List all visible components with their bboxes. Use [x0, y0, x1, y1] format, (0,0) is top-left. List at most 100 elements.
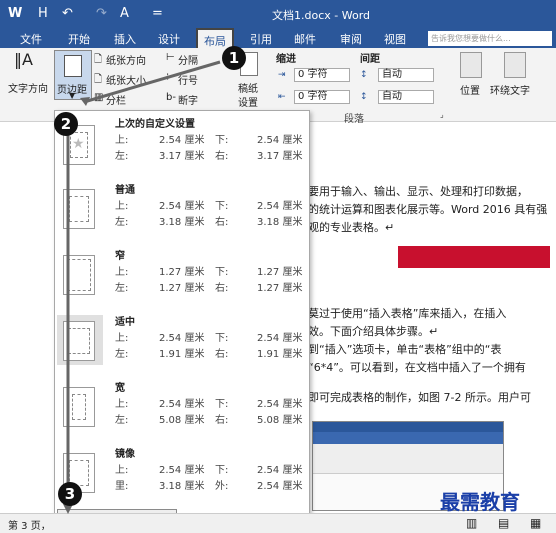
tab-home[interactable]: 开始: [68, 31, 90, 47]
preset-value: 1.27 厘米: [159, 267, 205, 278]
breaks-icon: ⊢: [166, 52, 175, 63]
preset-value: 5.08 厘米: [159, 415, 205, 426]
preset-label: 右:: [215, 151, 229, 162]
save-icon[interactable]: H: [38, 6, 48, 21]
preset-thumbnail-wide[interactable]: [63, 387, 95, 427]
spacing-before-icon: ↕: [360, 70, 368, 80]
preset-value: 1.27 厘米: [159, 283, 205, 294]
preset-value: 2.54 厘米: [257, 201, 303, 212]
preset-name[interactable]: 上次的自定义设置: [115, 115, 195, 130]
indent-right-input[interactable]: 0 字符: [294, 90, 350, 104]
red-banner-image: [398, 246, 550, 268]
preset-label: 上:: [115, 201, 129, 212]
preset-value: 2.54 厘米: [159, 333, 205, 344]
preset-label: 下:: [215, 399, 229, 410]
preset-label: 下:: [215, 135, 229, 146]
doc-text-line: 效。下面介绍具体步骤。↵: [308, 325, 439, 338]
tab-mailings[interactable]: 邮件: [294, 31, 316, 47]
paragraph-dialog-launcher-icon[interactable]: ⌟: [440, 110, 444, 119]
tab-references[interactable]: 引用: [250, 31, 272, 47]
preset-label: 外:: [215, 481, 229, 492]
preset-label: 左:: [115, 415, 129, 426]
preset-label: 上:: [115, 399, 129, 410]
tab-review[interactable]: 审阅: [340, 31, 362, 47]
preset-name[interactable]: 窄: [115, 247, 125, 262]
print-layout-icon[interactable]: ▤: [498, 516, 509, 530]
tab-insert[interactable]: 插入: [114, 31, 136, 47]
page-indicator[interactable]: 第 3 页，: [8, 517, 51, 532]
columns-icon: ▥: [94, 92, 104, 103]
orientation-icon: 🗋: [94, 54, 103, 65]
read-mode-icon[interactable]: ▥: [466, 516, 477, 530]
font-format-icon[interactable]: A: [120, 6, 129, 21]
orientation-button[interactable]: 纸张方向: [106, 52, 146, 67]
watermark-text: 最需教育: [440, 490, 520, 514]
preset-value: 2.54 厘米: [159, 201, 205, 212]
spacing-after-input[interactable]: 自动: [378, 90, 434, 104]
draft-paper-button[interactable]: 稿纸: [238, 80, 258, 95]
preset-name[interactable]: 镜像: [115, 445, 135, 460]
preset-name[interactable]: 适中: [115, 313, 135, 328]
preset-value: 2.54 厘米: [257, 399, 303, 410]
margins-button[interactable]: 页边距 ▼: [54, 50, 92, 100]
callout-badge-3: 3: [58, 482, 82, 506]
web-layout-icon[interactable]: ▦: [530, 516, 541, 530]
tab-layout[interactable]: 布局: [196, 28, 234, 48]
preset-value: 1.91 厘米: [257, 349, 303, 360]
undo-icon[interactable]: ↶: [62, 6, 73, 21]
size-button[interactable]: 纸张大小: [106, 72, 146, 87]
indent-left-input[interactable]: 0 字符: [294, 68, 350, 82]
preset-value: 1.91 厘米: [159, 349, 205, 360]
hyphenation-icon: b‑: [166, 92, 176, 103]
preset-value: 2.54 厘米: [159, 399, 205, 410]
customize-quick-access-icon[interactable]: =: [152, 6, 163, 21]
title-bar: W H ↶ ↷ A = 文档1.docx - Word: [0, 0, 556, 28]
preset-label: 左:: [115, 283, 129, 294]
star-icon: ★: [72, 136, 85, 152]
tab-design[interactable]: 设计: [158, 31, 180, 47]
preset-name[interactable]: 普通: [115, 181, 135, 196]
doc-text-line: 即可完成表格的制作，如图 7-2 所示。用户可: [308, 391, 531, 404]
margins-icon: [64, 55, 82, 77]
preset-value: 1.27 厘米: [257, 267, 303, 278]
line-numbers-button[interactable]: 行号: [178, 72, 198, 87]
preset-label: 左:: [115, 151, 129, 162]
ribbon-tabs: 文件 开始 插入 设计 布局 引用 邮件 审阅 视图 告诉我您想要做什么...: [0, 28, 556, 48]
tell-me-search[interactable]: 告诉我您想要做什么...: [428, 31, 552, 46]
preset-label: 左:: [115, 217, 129, 228]
doc-text-line: 观的专业表格。↵: [308, 221, 395, 234]
line-numbers-icon: ⁝: [166, 72, 170, 83]
callout-badge-1: 1: [222, 46, 246, 70]
preset-name[interactable]: 宽: [115, 379, 125, 394]
spacing-before-input[interactable]: 自动: [378, 68, 434, 82]
preset-thumbnail-moderate[interactable]: [63, 321, 95, 361]
preset-thumbnail-normal[interactable]: [63, 189, 95, 229]
preset-thumbnail-narrow[interactable]: [63, 255, 95, 295]
preset-label: 右:: [215, 415, 229, 426]
tab-view[interactable]: 视图: [384, 31, 406, 47]
preset-value: 3.18 厘米: [257, 217, 303, 228]
preset-label: 下:: [215, 333, 229, 344]
text-direction-button[interactable]: 文字方向: [8, 80, 48, 95]
callout-badge-2: 2: [54, 112, 78, 136]
indent-right-icon: ⇤: [278, 92, 286, 102]
wrap-text-button[interactable]: 环绕文字: [490, 82, 530, 97]
preset-value: 2.54 厘米: [257, 135, 303, 146]
hyphenation-button[interactable]: 断字: [178, 92, 198, 107]
margins-dropdown: ★ 上次的自定义设置 上: 2.54 厘米 下: 2.54 厘米 左: 3.17…: [54, 110, 310, 530]
position-button[interactable]: 位置: [460, 82, 480, 97]
status-bar: 第 3 页， ▥ ▤ ▦: [0, 513, 556, 533]
indent-label: 缩进: [276, 54, 296, 65]
preset-label: 右:: [215, 349, 229, 360]
redo-icon[interactable]: ↷: [96, 6, 107, 21]
preset-value: 3.17 厘米: [257, 151, 303, 162]
indent-left-icon: ⇥: [278, 70, 286, 80]
word-logo-icon: W: [8, 6, 23, 21]
preset-value: 2.54 厘米: [257, 333, 303, 344]
tab-file[interactable]: 文件: [20, 31, 42, 47]
columns-button[interactable]: 分栏: [106, 92, 126, 107]
spacing-label: 间距: [360, 54, 380, 65]
preset-label: 左:: [115, 349, 129, 360]
wrap-text-icon: [504, 52, 526, 78]
breaks-button[interactable]: 分隔: [178, 52, 198, 67]
